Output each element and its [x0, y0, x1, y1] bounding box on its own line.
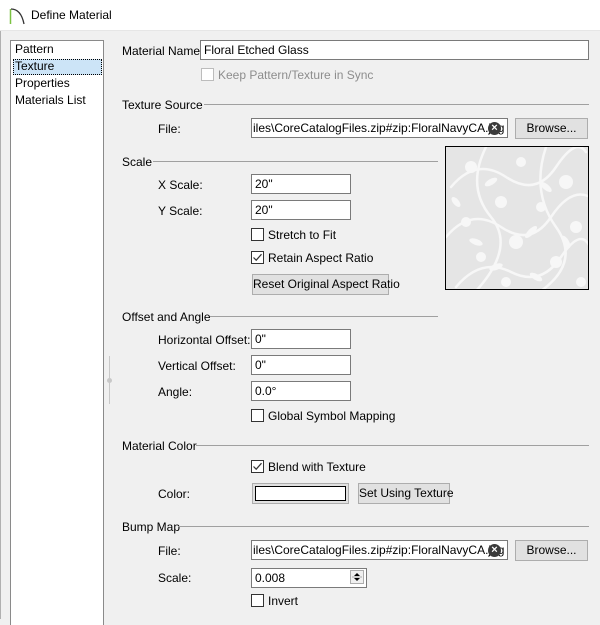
scale-group-title: Scale	[122, 155, 153, 169]
y-scale-input[interactable]: 20"	[251, 200, 351, 220]
texture-preview	[445, 146, 589, 290]
texture-file-label: File:	[158, 122, 181, 136]
invert-label: Invert	[268, 594, 299, 608]
blend-with-texture-checkbox[interactable]	[251, 460, 264, 473]
scale-divider	[153, 161, 438, 162]
app-arc-icon	[9, 8, 25, 25]
spinner-up-down-icon	[352, 573, 362, 581]
bump-file-label: File:	[158, 544, 181, 558]
window-left-border	[0, 31, 1, 619]
angle-label: Angle:	[158, 385, 193, 399]
stretch-to-fit-checkbox[interactable]	[251, 228, 264, 241]
bump-file-input[interactable]: iles\CoreCatalogFiles.zip#zip:FloralNavy…	[251, 540, 508, 560]
bump-map-group-title: Bump Map	[122, 520, 181, 534]
vertical-offset-input[interactable]: 0"	[251, 355, 351, 375]
y-scale-label: Y Scale:	[158, 204, 203, 218]
keep-sync-checkbox	[201, 68, 214, 81]
retain-aspect-ratio-checkbox[interactable]	[251, 251, 264, 264]
floral-pattern-image	[446, 147, 588, 289]
clear-circle-x-icon[interactable]: ×	[488, 544, 501, 557]
texture-source-group-title: Texture Source	[122, 98, 203, 112]
global-symbol-mapping-checkbox[interactable]	[251, 409, 264, 422]
material-name-label: Material Name:	[122, 44, 204, 58]
bump-scale-spinner[interactable]	[350, 570, 364, 584]
reset-aspect-ratio-button[interactable]: Reset Original Aspect Ratio	[252, 274, 400, 295]
material-color-divider	[196, 445, 589, 446]
stretch-to-fit-label: Stretch to Fit	[268, 228, 337, 242]
checkmark-icon	[253, 253, 262, 262]
material-color-group-title: Material Color	[122, 439, 197, 453]
horizontal-offset-input[interactable]: 0"	[251, 329, 351, 349]
panel-item-pattern[interactable]: Pattern	[13, 42, 102, 58]
clear-circle-x-icon[interactable]: ×	[488, 122, 501, 135]
panel-list[interactable]: Pattern Texture Properties Materials Lis…	[10, 40, 104, 625]
blend-with-texture-label: Blend with Texture	[268, 460, 366, 474]
x-scale-input[interactable]: 20"	[251, 174, 351, 194]
offset-angle-divider	[210, 316, 438, 317]
texture-source-divider	[204, 104, 589, 105]
window-title: Define Material	[31, 8, 112, 22]
offset-angle-group-title: Offset and Angle	[122, 310, 211, 324]
panel-item-texture[interactable]: Texture	[13, 59, 102, 75]
bump-browse-button[interactable]: Browse...	[515, 540, 588, 561]
panel-item-properties[interactable]: Properties	[13, 76, 102, 92]
color-label: Color:	[158, 487, 191, 501]
texture-browse-button[interactable]: Browse...	[515, 118, 588, 139]
global-symbol-mapping-label: Global Symbol Mapping	[268, 409, 396, 423]
material-name-input[interactable]: Floral Etched Glass	[200, 40, 589, 60]
invert-checkbox[interactable]	[251, 594, 264, 607]
texture-file-value: iles\CoreCatalogFiles.zip#zip:FloralNavy…	[253, 121, 505, 135]
keep-sync-label: Keep Pattern/Texture in Sync	[218, 68, 374, 82]
vertical-offset-label: Vertical Offset:	[158, 359, 236, 373]
bump-map-divider	[178, 526, 589, 527]
color-swatch-button[interactable]	[252, 483, 349, 504]
angle-input[interactable]: 0.0°	[251, 381, 351, 401]
texture-file-input[interactable]: iles\CoreCatalogFiles.zip#zip:FloralNavy…	[251, 118, 508, 138]
bump-scale-label: Scale:	[158, 571, 192, 585]
color-swatch	[255, 486, 346, 501]
x-scale-label: X Scale:	[158, 178, 203, 192]
splitter-grip-icon[interactable]	[107, 378, 112, 383]
title-bar: Define Material	[0, 0, 600, 31]
panel-item-materials-list[interactable]: Materials List	[13, 93, 102, 109]
bump-file-value: iles\CoreCatalogFiles.zip#zip:FloralNavy…	[253, 543, 505, 557]
set-using-texture-button[interactable]: Set Using Texture	[358, 483, 454, 504]
checkmark-icon	[253, 462, 262, 471]
horizontal-offset-label: Horizontal Offset:	[158, 333, 251, 347]
retain-aspect-ratio-label: Retain Aspect Ratio	[268, 251, 374, 265]
